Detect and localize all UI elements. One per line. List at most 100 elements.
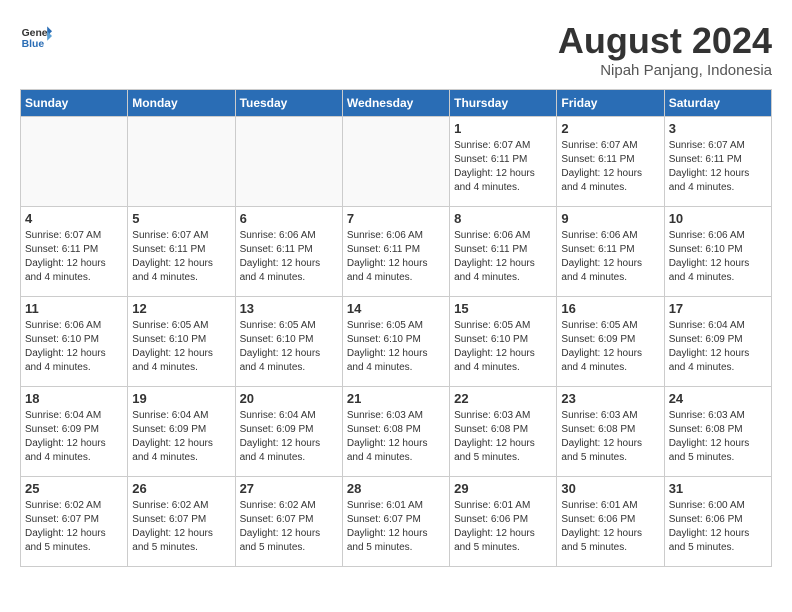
calendar-cell: 30 Sunrise: 6:01 AM Sunset: 6:06 PM Dayli…: [557, 477, 664, 567]
calendar-cell: 1Sunrise: 6:07 AM Sunset: 6:11 PM Daylig…: [450, 117, 557, 207]
week-row-1: 1Sunrise: 6:07 AM Sunset: 6:11 PM Daylig…: [21, 117, 772, 207]
calendar-cell: 7 Sunrise: 6:06 AM Sunset: 6:11 PM Daylig…: [342, 207, 449, 297]
day-info: Sunrise: 6:04 AM Sunset: 6:09 PM Dayligh…: [25, 409, 123, 465]
col-monday: Monday: [128, 90, 235, 117]
day-number: 18: [25, 391, 123, 406]
day-info: Sunrise: 6:02 AM Sunset: 6:07 PM Dayligh…: [25, 499, 123, 555]
day-number: 19: [132, 391, 230, 406]
calendar-cell: 2Sunrise: 6:07 AM Sunset: 6:11 PM Daylig…: [557, 117, 664, 207]
logo-icon: General Blue: [20, 20, 52, 52]
day-info: Sunrise: 6:01 AM Sunset: 6:06 PM Dayligh…: [454, 499, 552, 555]
calendar-cell: 14 Sunrise: 6:05 AM Sunset: 6:10 PM Dayli…: [342, 297, 449, 387]
day-info: Sunrise: 6:04 AM Sunset: 6:09 PM Dayligh…: [669, 319, 767, 375]
day-info: Sunrise: 6:03 AM Sunset: 6:08 PM Dayligh…: [454, 409, 552, 465]
calendar-cell: 31Sunrise: 6:00 AM Sunset: 6:06 PM Dayli…: [664, 477, 771, 567]
day-number: 11: [25, 301, 123, 316]
day-number: 30: [561, 481, 659, 496]
calendar-cell: 4Sunrise: 6:07 AM Sunset: 6:11 PM Daylig…: [21, 207, 128, 297]
day-number: 4: [25, 211, 123, 226]
day-info: Sunrise: 6:03 AM Sunset: 6:08 PM Dayligh…: [561, 409, 659, 465]
day-number: 6: [240, 211, 338, 226]
week-row-5: 25Sunrise: 6:02 AM Sunset: 6:07 PM Dayli…: [21, 477, 772, 567]
calendar-cell: 17 Sunrise: 6:04 AM Sunset: 6:09 PM Dayli…: [664, 297, 771, 387]
day-info: Sunrise: 6:06 AM Sunset: 6:11 PM Dayligh…: [347, 229, 445, 285]
calendar-cell: 21Sunrise: 6:03 AM Sunset: 6:08 PM Dayli…: [342, 387, 449, 477]
col-sunday: Sunday: [21, 90, 128, 117]
calendar-body: 1Sunrise: 6:07 AM Sunset: 6:11 PM Daylig…: [21, 117, 772, 567]
calendar-header: Sunday Monday Tuesday Wednesday Thursday…: [21, 90, 772, 117]
day-info: Sunrise: 6:02 AM Sunset: 6:07 PM Dayligh…: [132, 499, 230, 555]
day-info: Sunrise: 6:04 AM Sunset: 6:09 PM Dayligh…: [240, 409, 338, 465]
day-info: Sunrise: 6:07 AM Sunset: 6:11 PM Dayligh…: [454, 139, 552, 195]
day-info: Sunrise: 6:05 AM Sunset: 6:10 PM Dayligh…: [240, 319, 338, 375]
day-info: Sunrise: 6:04 AM Sunset: 6:09 PM Dayligh…: [132, 409, 230, 465]
calendar-cell: 29Sunrise: 6:01 AM Sunset: 6:06 PM Dayli…: [450, 477, 557, 567]
calendar-cell: [342, 117, 449, 207]
calendar-cell: 18 Sunrise: 6:04 AM Sunset: 6:09 PM Dayli…: [21, 387, 128, 477]
calendar-cell: 22 Sunrise: 6:03 AM Sunset: 6:08 PM Dayli…: [450, 387, 557, 477]
calendar-cell: 3 Sunrise: 6:07 AM Sunset: 6:11 PM Daylig…: [664, 117, 771, 207]
day-number: 7: [347, 211, 445, 226]
day-info: Sunrise: 6:06 AM Sunset: 6:10 PM Dayligh…: [25, 319, 123, 375]
day-number: 20: [240, 391, 338, 406]
day-number: 28: [347, 481, 445, 496]
calendar-cell: 23 Sunrise: 6:03 AM Sunset: 6:08 PM Dayli…: [557, 387, 664, 477]
day-info: Sunrise: 6:01 AM Sunset: 6:07 PM Dayligh…: [347, 499, 445, 555]
calendar-cell: 27 Sunrise: 6:02 AM Sunset: 6:07 PM Dayli…: [235, 477, 342, 567]
day-number: 22: [454, 391, 552, 406]
week-row-3: 11 Sunrise: 6:06 AM Sunset: 6:10 PM Dayli…: [21, 297, 772, 387]
day-info: Sunrise: 6:03 AM Sunset: 6:08 PM Dayligh…: [669, 409, 767, 465]
col-saturday: Saturday: [664, 90, 771, 117]
day-number: 15: [454, 301, 552, 316]
calendar-cell: 8 Sunrise: 6:06 AM Sunset: 6:11 PM Daylig…: [450, 207, 557, 297]
calendar-cell: 25Sunrise: 6:02 AM Sunset: 6:07 PM Dayli…: [21, 477, 128, 567]
calendar-cell: [21, 117, 128, 207]
page-header: General Blue August 2024 Nipah Panjang, …: [20, 20, 772, 79]
day-number: 3: [669, 121, 767, 136]
day-number: 17: [669, 301, 767, 316]
day-info: Sunrise: 6:05 AM Sunset: 6:10 PM Dayligh…: [347, 319, 445, 375]
day-info: Sunrise: 6:06 AM Sunset: 6:11 PM Dayligh…: [240, 229, 338, 285]
day-number: 9: [561, 211, 659, 226]
week-row-4: 18 Sunrise: 6:04 AM Sunset: 6:09 PM Dayli…: [21, 387, 772, 477]
day-number: 5: [132, 211, 230, 226]
day-info: Sunrise: 6:07 AM Sunset: 6:11 PM Dayligh…: [669, 139, 767, 195]
day-info: Sunrise: 6:06 AM Sunset: 6:11 PM Dayligh…: [561, 229, 659, 285]
day-number: 8: [454, 211, 552, 226]
day-info: Sunrise: 6:02 AM Sunset: 6:07 PM Dayligh…: [240, 499, 338, 555]
svg-text:Blue: Blue: [22, 39, 45, 50]
calendar-cell: 26Sunrise: 6:02 AM Sunset: 6:07 PM Dayli…: [128, 477, 235, 567]
col-wednesday: Wednesday: [342, 90, 449, 117]
day-number: 23: [561, 391, 659, 406]
calendar-cell: 9 Sunrise: 6:06 AM Sunset: 6:11 PM Daylig…: [557, 207, 664, 297]
day-number: 21: [347, 391, 445, 406]
logo: General Blue: [20, 20, 52, 52]
day-info: Sunrise: 6:01 AM Sunset: 6:06 PM Dayligh…: [561, 499, 659, 555]
calendar-cell: 5 Sunrise: 6:07 AM Sunset: 6:11 PM Daylig…: [128, 207, 235, 297]
day-number: 14: [347, 301, 445, 316]
col-thursday: Thursday: [450, 90, 557, 117]
calendar-cell: 11 Sunrise: 6:06 AM Sunset: 6:10 PM Dayli…: [21, 297, 128, 387]
calendar-cell: 20 Sunrise: 6:04 AM Sunset: 6:09 PM Dayli…: [235, 387, 342, 477]
day-number: 2: [561, 121, 659, 136]
title-block: August 2024 Nipah Panjang, Indonesia: [558, 20, 772, 79]
day-info: Sunrise: 6:07 AM Sunset: 6:11 PM Dayligh…: [132, 229, 230, 285]
week-row-2: 4 Sunrise: 6:07 AM Sunset: 6:11 PM Daylig…: [21, 207, 772, 297]
calendar-cell: 19 Sunrise: 6:04 AM Sunset: 6:09 PM Dayli…: [128, 387, 235, 477]
calendar-subtitle: Nipah Panjang, Indonesia: [558, 62, 772, 79]
day-info: Sunrise: 6:05 AM Sunset: 6:10 PM Dayligh…: [454, 319, 552, 375]
calendar-cell: 6 Sunrise: 6:06 AM Sunset: 6:11 PM Daylig…: [235, 207, 342, 297]
calendar-cell: 10Sunrise: 6:06 AM Sunset: 6:10 PM Dayli…: [664, 207, 771, 297]
day-number: 13: [240, 301, 338, 316]
day-number: 27: [240, 481, 338, 496]
calendar-cell: 12Sunrise: 6:05 AM Sunset: 6:10 PM Dayli…: [128, 297, 235, 387]
calendar-table: Sunday Monday Tuesday Wednesday Thursday…: [20, 89, 772, 567]
col-tuesday: Tuesday: [235, 90, 342, 117]
calendar-cell: 15 Sunrise: 6:05 AM Sunset: 6:10 PM Dayli…: [450, 297, 557, 387]
day-number: 10: [669, 211, 767, 226]
day-info: Sunrise: 6:06 AM Sunset: 6:11 PM Dayligh…: [454, 229, 552, 285]
calendar-title: August 2024: [558, 20, 772, 62]
col-friday: Friday: [557, 90, 664, 117]
day-info: Sunrise: 6:05 AM Sunset: 6:10 PM Dayligh…: [132, 319, 230, 375]
day-number: 16: [561, 301, 659, 316]
